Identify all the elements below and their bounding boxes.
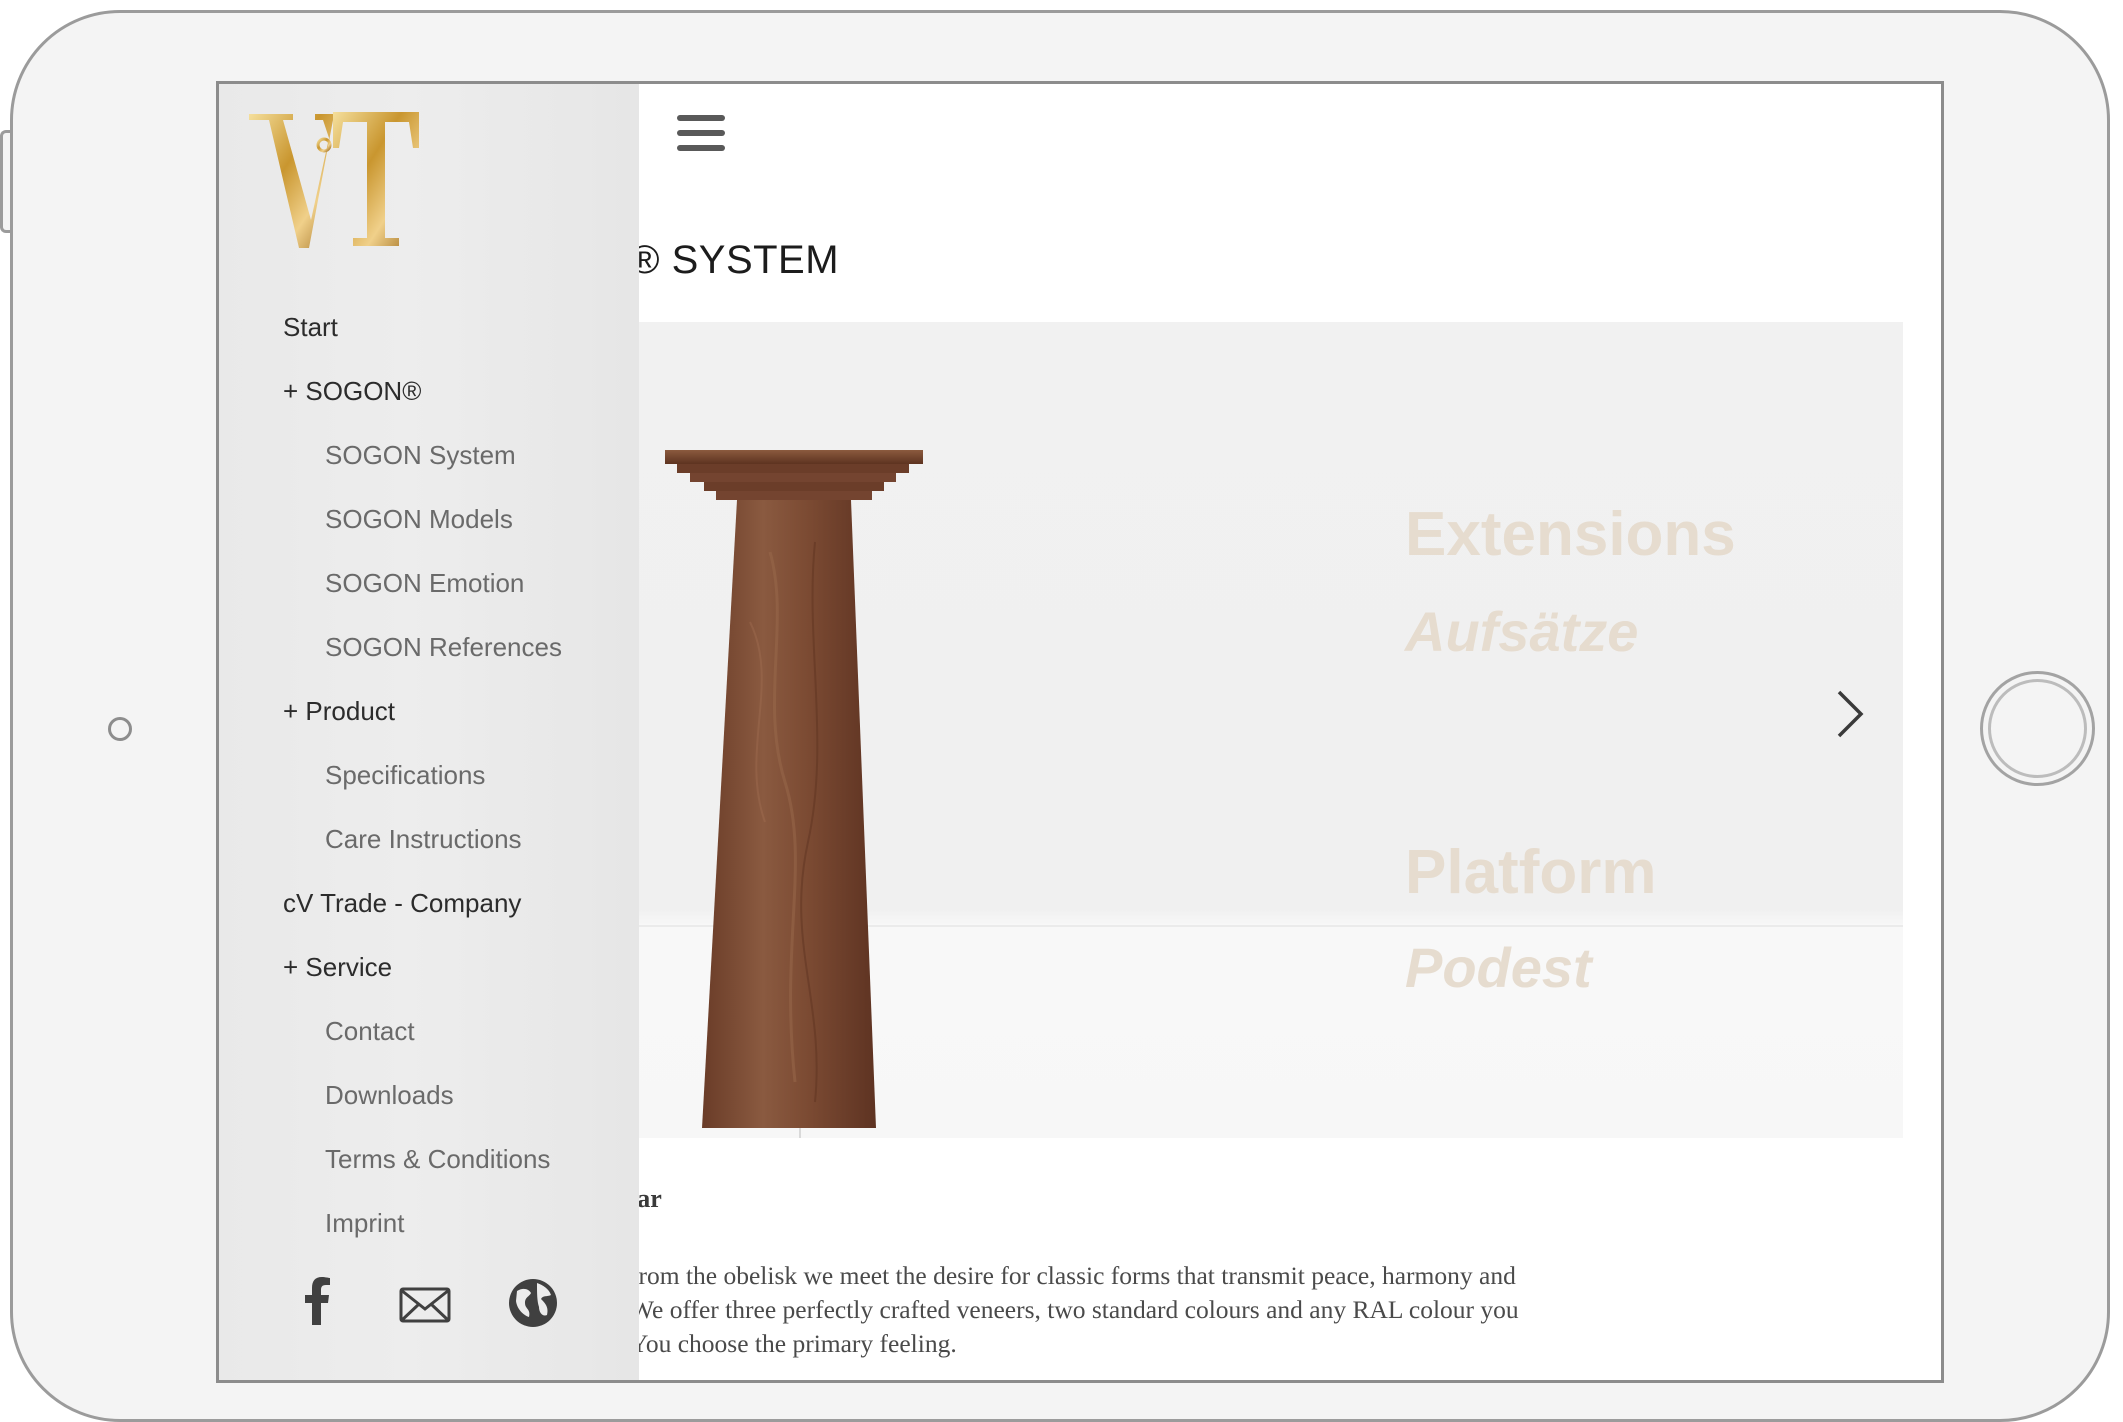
- camera-icon: [108, 717, 132, 741]
- nav-terms[interactable]: Terms & Conditions: [325, 1144, 550, 1175]
- side-button[interactable]: [0, 130, 10, 233]
- page-title: ® SYSTEM: [630, 238, 840, 282]
- tablet-frame: ® SYSTEM Extensions Aufsätze Platform Po…: [10, 10, 2110, 1422]
- pillar-image: [665, 450, 923, 1138]
- nav-sogon-references[interactable]: SOGON References: [325, 632, 562, 663]
- nav-sogon-emotion[interactable]: SOGON Emotion: [325, 568, 524, 599]
- body-line: from the obelisk we meet the desire for …: [630, 1261, 1516, 1290]
- chevron-right-icon[interactable]: [1833, 688, 1867, 740]
- hamburger-icon[interactable]: [673, 111, 729, 155]
- nav-product[interactable]: + Product: [283, 696, 395, 727]
- nav-sogon-system[interactable]: SOGON System: [325, 440, 516, 471]
- hero-label-platform: Platform: [1405, 838, 1657, 907]
- nav-service[interactable]: + Service: [283, 952, 392, 983]
- nav-company[interactable]: cV Trade - Company: [283, 888, 521, 919]
- nav-sogon-models[interactable]: SOGON Models: [325, 504, 513, 535]
- nav-downloads[interactable]: Downloads: [325, 1080, 454, 1111]
- facebook-icon[interactable]: [303, 1277, 331, 1325]
- mail-icon[interactable]: [399, 1287, 451, 1323]
- brand-logo[interactable]: [249, 108, 419, 253]
- hero-label-aufsaetze: Aufsätze: [1405, 600, 1639, 663]
- screen: ® SYSTEM Extensions Aufsätze Platform Po…: [216, 81, 1944, 1383]
- nav-imprint[interactable]: Imprint: [325, 1208, 404, 1239]
- body-line: We offer three perfectly crafted veneers…: [630, 1295, 1519, 1324]
- nav-sogon[interactable]: + SOGON®: [283, 376, 421, 407]
- nav-specifications[interactable]: Specifications: [325, 760, 485, 791]
- hero-label-podest: Podest: [1405, 936, 1592, 999]
- globe-icon[interactable]: [507, 1277, 559, 1329]
- nav-drawer: Start + SOGON® SOGON System SOGON Models…: [219, 84, 639, 1380]
- nav-care-instructions[interactable]: Care Instructions: [325, 824, 522, 855]
- nav-contact[interactable]: Contact: [325, 1016, 415, 1047]
- body-text: from the obelisk we meet the desire for …: [630, 1259, 1830, 1361]
- hero-slider: Extensions Aufsätze Platform Podest: [630, 322, 1903, 1138]
- hero-label-extensions: Extensions: [1405, 500, 1736, 569]
- home-button[interactable]: [1980, 671, 2095, 786]
- body-line: You choose the primary feeling.: [630, 1329, 957, 1358]
- nav-start[interactable]: Start: [283, 312, 338, 343]
